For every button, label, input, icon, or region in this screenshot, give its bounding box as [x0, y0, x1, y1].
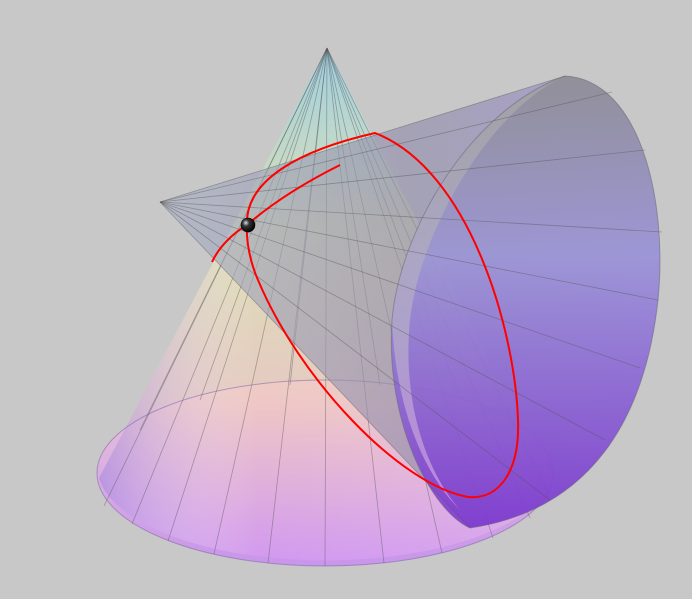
intersection-point-marker[interactable]	[240, 217, 256, 233]
cone-intersection-diagram	[96, 47, 663, 567]
